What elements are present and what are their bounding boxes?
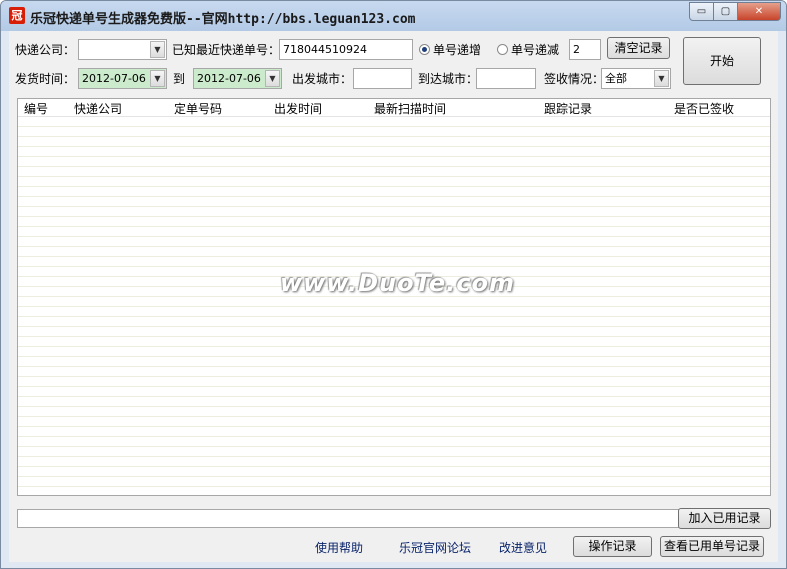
- chevron-down-icon[interactable]: ▼: [150, 41, 165, 58]
- increase-radio[interactable]: [419, 44, 430, 55]
- app-logo-icon: 冠: [9, 7, 25, 24]
- column-header-tracking[interactable]: 跟踪记录: [544, 100, 592, 117]
- column-header-signed[interactable]: 是否已签收: [674, 100, 734, 117]
- view-used-numbers-button[interactable]: 查看已用单号记录: [660, 536, 764, 557]
- table-body[interactable]: [18, 117, 770, 495]
- origin-city-label: 出发城市：: [292, 72, 353, 86]
- add-used-record-button[interactable]: 加入已用记录: [678, 508, 771, 529]
- maximize-button[interactable]: ▢: [713, 2, 738, 21]
- chevron-down-icon[interactable]: ▼: [654, 70, 669, 87]
- date-from-value: 2012-07-06: [82, 72, 146, 85]
- start-button[interactable]: 开始: [683, 37, 761, 85]
- date-to-picker[interactable]: 2012-07-06 ▼: [193, 68, 282, 89]
- origin-city-input[interactable]: [353, 68, 412, 89]
- decrease-radio-label[interactable]: 单号递减: [511, 41, 559, 58]
- company-select[interactable]: ▼: [78, 39, 167, 60]
- status-field: [17, 509, 767, 528]
- ship-time-label: 发货时间：: [15, 72, 76, 86]
- column-header-order-number[interactable]: 定单号码: [174, 100, 222, 117]
- window-title: 乐冠快递单号生成器免费版--官网http://bbs.leguan123.com: [30, 12, 416, 27]
- add-used-record-label: 加入已用记录: [688, 511, 761, 525]
- column-header-company[interactable]: 快递公司: [74, 100, 122, 117]
- to-label: 到: [173, 72, 186, 86]
- date-from-picker[interactable]: 2012-07-06 ▼: [78, 68, 167, 89]
- column-header-departure-time[interactable]: 出发时间: [274, 100, 322, 117]
- signed-status-select[interactable]: 全部 ▼: [601, 68, 671, 89]
- minimize-button[interactable]: ▭: [689, 2, 714, 21]
- dest-city-input[interactable]: [476, 68, 536, 89]
- table-header: 编号 快递公司 定单号码 出发时间 最新扫描时间 跟踪记录 是否已签收: [18, 99, 770, 117]
- forum-link[interactable]: 乐冠官网论坛: [399, 539, 471, 556]
- calendar-dropdown-icon[interactable]: ▼: [150, 70, 165, 87]
- column-header-last-scan[interactable]: 最新扫描时间: [374, 100, 446, 117]
- client-area: 快递公司： ▼ 已知最近快递单号： 718044510924 单号递增 单号递减…: [9, 31, 778, 562]
- last-number-input[interactable]: 718044510924: [279, 39, 413, 60]
- calendar-dropdown-icon[interactable]: ▼: [265, 70, 280, 87]
- signed-status-value: 全部: [605, 72, 627, 85]
- title-bar[interactable]: 冠 乐冠快递单号生成器免费版--官网http://bbs.leguan123.c…: [1, 1, 786, 31]
- company-label: 快递公司：: [15, 43, 76, 57]
- decrease-radio[interactable]: [497, 44, 508, 55]
- close-button[interactable]: ✕: [737, 2, 781, 21]
- dest-city-label: 到达城市：: [418, 72, 479, 86]
- signed-status-label: 签收情况：: [544, 72, 605, 86]
- watermark-text: www.DuoTe.com: [280, 269, 515, 297]
- app-window: 冠 乐冠快递单号生成器免费版--官网http://bbs.leguan123.c…: [0, 0, 787, 569]
- feedback-link[interactable]: 改进意见: [499, 539, 547, 556]
- step-input[interactable]: 2: [569, 39, 601, 60]
- date-to-value: 2012-07-06: [197, 72, 261, 85]
- increase-radio-label[interactable]: 单号递增: [433, 41, 481, 58]
- last-number-label: 已知最近快递单号：: [172, 43, 281, 57]
- records-table[interactable]: 编号 快递公司 定单号码 出发时间 最新扫描时间 跟踪记录 是否已签收 www.…: [17, 98, 771, 496]
- column-header-id[interactable]: 编号: [24, 100, 48, 117]
- clear-records-button[interactable]: 清空记录: [607, 37, 670, 59]
- operation-log-button[interactable]: 操作记录: [573, 536, 652, 557]
- help-link[interactable]: 使用帮助: [315, 539, 363, 556]
